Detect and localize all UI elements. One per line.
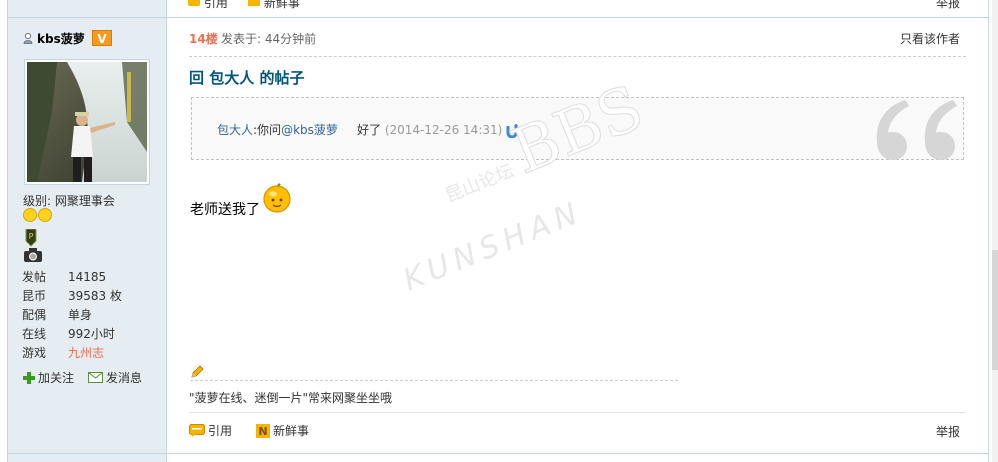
post-meta-bar: 14楼 发表于: 44分钟前 只看该作者 <box>189 30 966 57</box>
quote-button[interactable]: 引用 <box>189 422 232 439</box>
user-stats: 发帖 14185 昆币 39583 枚 配偶 单身 在线 992小时 游戏 九州志 <box>22 268 122 363</box>
quote-block: 包大人:你问@kbs菠萝 好了 (2014-12-26 14:31) <box>191 97 964 160</box>
user-actions: 加关注 发消息 <box>23 369 142 386</box>
stat-posts: 发帖 14185 <box>22 268 122 287</box>
scrollbar[interactable] <box>992 0 998 462</box>
svg-text:N: N <box>258 425 267 438</box>
svg-text:P: P <box>29 232 34 241</box>
pencil-icon <box>191 365 204 378</box>
envelope-icon <box>88 372 104 383</box>
message-label: 发消息 <box>106 371 143 385</box>
only-author-link[interactable]: 只看该作者 <box>900 30 960 47</box>
user-icon <box>23 33 33 44</box>
follow-button[interactable]: 加关注 <box>23 369 74 386</box>
quote-icon <box>188 0 200 6</box>
post-time: 发表于: 44分钟前 <box>221 32 317 46</box>
quote-icon <box>189 423 205 437</box>
post-body: 老师送我了 <box>190 202 260 218</box>
post-actions: 引用 N 新鲜事 <box>189 422 309 439</box>
quote-mark-icon <box>876 100 957 160</box>
stat-value: 39583 枚 <box>68 289 122 303</box>
prev-report-link[interactable]: 举报 <box>936 0 960 11</box>
quote-mention-link[interactable]: @kbs菠萝 <box>281 123 338 137</box>
plus-icon <box>23 371 35 384</box>
post-title-text: 回 包大人 的帖子 <box>189 69 305 87</box>
scrollbar-thumb[interactable] <box>992 250 998 370</box>
follow-label: 加关注 <box>38 371 75 385</box>
quote-author-link[interactable]: 包大人 <box>217 123 253 137</box>
report-link[interactable]: 举报 <box>936 423 960 440</box>
news-icon: N <box>256 423 271 438</box>
orange-emoticon-icon <box>263 183 291 213</box>
stat-value: 14185 <box>68 270 107 284</box>
smiley-icon <box>23 208 37 222</box>
stat-game-link[interactable]: 九州志 <box>68 344 104 363</box>
signature: "菠萝在线、迷倒一片"常来网聚坐坐哦 <box>189 391 393 405</box>
avatar[interactable] <box>24 59 150 185</box>
floor-number[interactable]: 14楼 <box>189 30 218 47</box>
medal-icon[interactable]: P <box>24 229 38 247</box>
quote-label: 引用 <box>208 424 233 438</box>
quote-sep: :你问 <box>253 123 282 137</box>
prev-quote-button[interactable]: 引用 <box>188 0 228 11</box>
stat-label: 配偶 <box>22 308 47 322</box>
message-button[interactable]: 发消息 <box>88 369 142 386</box>
stat-label: 游戏 <box>22 346 47 360</box>
stat-label: 在线 <box>22 327 47 341</box>
top-divider <box>8 17 989 18</box>
signature-divider <box>190 380 678 382</box>
news-label: 新鲜事 <box>273 424 310 438</box>
username-text: kbs菠萝 <box>37 32 85 46</box>
quote-time: (2014-12-26 14:31) <box>384 123 503 137</box>
user-level: 级别: 网聚理事会 <box>23 194 115 208</box>
bottom-divider <box>8 453 989 454</box>
stat-label: 发帖 <box>22 270 47 284</box>
stat-value: 单身 <box>68 308 93 322</box>
quote-reply: 好了 <box>356 123 381 137</box>
stat-value: 992小时 <box>68 327 115 341</box>
prev-news-label: 新鲜事 <box>263 0 300 10</box>
stat-spouse: 配偶 单身 <box>22 306 122 325</box>
avatar-photo <box>27 62 147 182</box>
camera-icon[interactable] <box>24 248 42 262</box>
stat-online: 在线 992小时 <box>22 325 122 344</box>
jump-to-quote-icon[interactable] <box>505 123 519 138</box>
username[interactable]: kbs菠萝 <box>23 30 85 47</box>
quote-text: 包大人:你问@kbs菠萝 好了 (2014-12-26 14:31) <box>217 121 519 138</box>
footer-divider <box>189 412 966 413</box>
stat-label: 昆币 <box>22 289 47 303</box>
prev-quote-label: 引用 <box>203 0 228 10</box>
prev-news-button[interactable]: 新鲜事 <box>248 0 300 11</box>
news-icon <box>248 0 260 6</box>
level-stars <box>23 208 52 222</box>
verified-badge: V <box>92 30 112 46</box>
smiley-icon <box>38 208 52 222</box>
news-button[interactable]: N 新鲜事 <box>256 422 309 439</box>
post-title: 回 包大人 的帖子 <box>189 67 304 88</box>
stat-coins: 昆币 39583 枚 <box>22 287 122 306</box>
stat-game: 游戏 九州志 <box>22 344 122 363</box>
